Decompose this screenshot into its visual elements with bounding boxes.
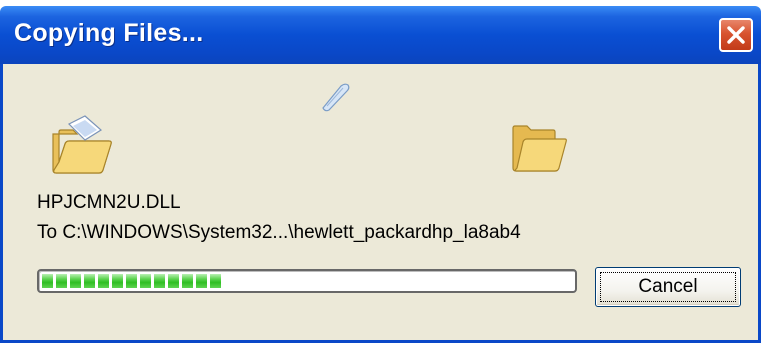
flying-document-icon [319,82,353,117]
dialog-body: HPJCMN2U.DLL To C:\WINDOWS\System32...\h… [0,64,761,343]
source-folder-icon [49,112,115,183]
progress-segment [210,274,221,288]
title-bar[interactable]: Copying Files... [0,6,761,64]
destination-folder-icon [509,118,569,179]
cancel-button[interactable]: Cancel [595,267,741,307]
progress-segment [196,274,207,288]
destination-path: To C:\WINDOWS\System32...\hewlett_packar… [37,222,521,243]
window-title: Copying Files... [14,19,204,47]
close-button[interactable] [719,18,753,52]
progress-segment [140,274,151,288]
progress-segment [70,274,81,288]
progress-segment [126,274,137,288]
close-icon [727,26,745,44]
progress-segment [98,274,109,288]
progress-segment [168,274,179,288]
progress-segment [42,274,53,288]
progress-segment [154,274,165,288]
progress-bar [37,269,577,293]
cancel-button-label: Cancel [638,276,698,297]
progress-segment [84,274,95,288]
progress-segment [56,274,67,288]
progress-segment [182,274,193,288]
copy-dialog: Copying Files... HPJCMN2U.DLL To C:\WIND… [0,6,761,343]
file-name: HPJCMN2U.DLL [37,192,181,213]
progress-segment [112,274,123,288]
progress-fill [42,274,221,288]
